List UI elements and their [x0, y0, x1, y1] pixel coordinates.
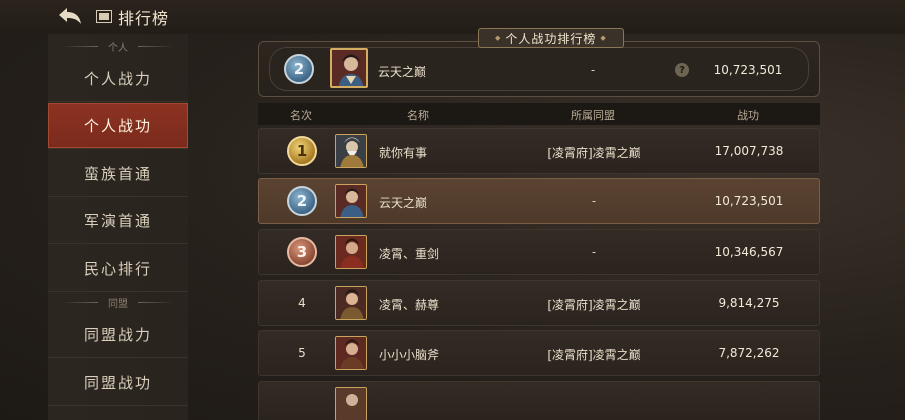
hero-portrait-icon	[332, 50, 366, 86]
table-row[interactable]: 5 小小小脑斧 [凌霄府]凌霄之巅 7,872,262	[258, 330, 820, 376]
player-name: 云天之巅	[379, 196, 428, 210]
my-alliance: -	[590, 63, 596, 77]
player-merit: 17,007,738	[714, 144, 784, 158]
player-avatar[interactable]	[335, 184, 367, 218]
player-avatar[interactable]	[335, 286, 367, 320]
player-name: 小小小脑斧	[379, 348, 440, 362]
player-avatar[interactable]	[335, 387, 367, 420]
player-avatar[interactable]	[335, 134, 367, 168]
sidebar-section-personal: 个人	[48, 39, 188, 54]
hero-portrait-icon	[336, 337, 366, 369]
board-title-ribbon: 个人战功排行榜	[478, 28, 624, 48]
sidebar-section-alliance: 同盟	[48, 295, 188, 310]
table-header: 名次 名称 所属同盟 战功	[258, 103, 820, 125]
player-avatar[interactable]	[335, 235, 367, 269]
hero-portrait-icon	[336, 388, 366, 420]
sidebar-item-morale-rank[interactable]: 民心排行	[48, 246, 188, 292]
sidebar-item-alliance-power[interactable]: 同盟战力	[48, 312, 188, 358]
my-avatar[interactable]	[330, 48, 368, 88]
table-row-self[interactable]: 2 云天之巅 - 10,723,501	[258, 178, 820, 224]
player-merit: 7,872,262	[718, 346, 780, 360]
table-row[interactable]: 1 就你有事 [凌霄府]凌霄之巅 17,007,738	[258, 128, 820, 174]
player-merit: 9,814,275	[718, 296, 780, 310]
hero-portrait-icon	[336, 236, 366, 268]
player-name: 就你有事	[379, 146, 428, 160]
player-merit: 10,346,567	[714, 245, 784, 259]
player-alliance: [凌霄府]凌霄之巅	[547, 146, 641, 160]
player-alliance: -	[591, 194, 597, 208]
my-merit: 10,723,501	[713, 63, 783, 77]
board-title: 个人战功排行榜	[505, 31, 597, 46]
sidebar: 个人 个人战力 个人战功 蛮族首通 军演首通 民心排行 同盟 同盟战力 同盟战功	[48, 34, 188, 420]
player-name: 凌霄、赫尊	[379, 298, 440, 312]
my-name: 云天之巅	[378, 65, 427, 79]
my-rank-medal: 2	[284, 54, 314, 84]
header-merit: 战功	[737, 109, 759, 122]
rank-medal-bronze-icon: 3	[287, 237, 317, 267]
player-name: 凌霄、重剑	[379, 247, 440, 261]
sidebar-item-drill-first[interactable]: 军演首通	[48, 198, 188, 244]
page-title: 排行榜	[118, 9, 170, 28]
sidebar-item-alliance-merit[interactable]: 同盟战功	[48, 360, 188, 406]
hero-portrait-icon	[336, 287, 366, 319]
top-bar: 排行榜	[0, 0, 905, 34]
table-row[interactable]: 3 凌霄、重剑 - 10,346,567	[258, 229, 820, 275]
rank-medal-gold-icon: 1	[287, 136, 317, 166]
table-row[interactable]: 4 凌霄、赫尊 [凌霄府]凌霄之巅 9,814,275	[258, 280, 820, 326]
sidebar-item-personal-merit[interactable]: 个人战功	[48, 103, 188, 149]
sidebar-item-personal-power[interactable]: 个人战力	[48, 56, 188, 102]
rank-medal-silver-icon: 2	[287, 186, 317, 216]
back-arrow-icon[interactable]	[56, 4, 84, 28]
header-name: 名称	[407, 109, 429, 122]
table-row-partial[interactable]	[258, 381, 820, 420]
help-icon[interactable]: ?	[675, 63, 689, 77]
header-rank: 名次	[290, 109, 312, 122]
hero-portrait-icon	[336, 185, 366, 217]
scroll-icon	[96, 10, 112, 23]
player-alliance: [凌霄府]凌霄之巅	[547, 298, 641, 312]
header-alliance: 所属同盟	[571, 109, 615, 122]
player-alliance: [凌霄府]凌霄之巅	[547, 348, 641, 362]
player-merit: 10,723,501	[714, 194, 784, 208]
sidebar-item-barbarian-first[interactable]: 蛮族首通	[48, 151, 188, 197]
rank-number: 4	[298, 296, 306, 310]
rank-number: 5	[298, 346, 306, 360]
player-alliance: -	[591, 245, 597, 259]
hero-portrait-icon	[336, 135, 366, 167]
player-avatar[interactable]	[335, 336, 367, 370]
